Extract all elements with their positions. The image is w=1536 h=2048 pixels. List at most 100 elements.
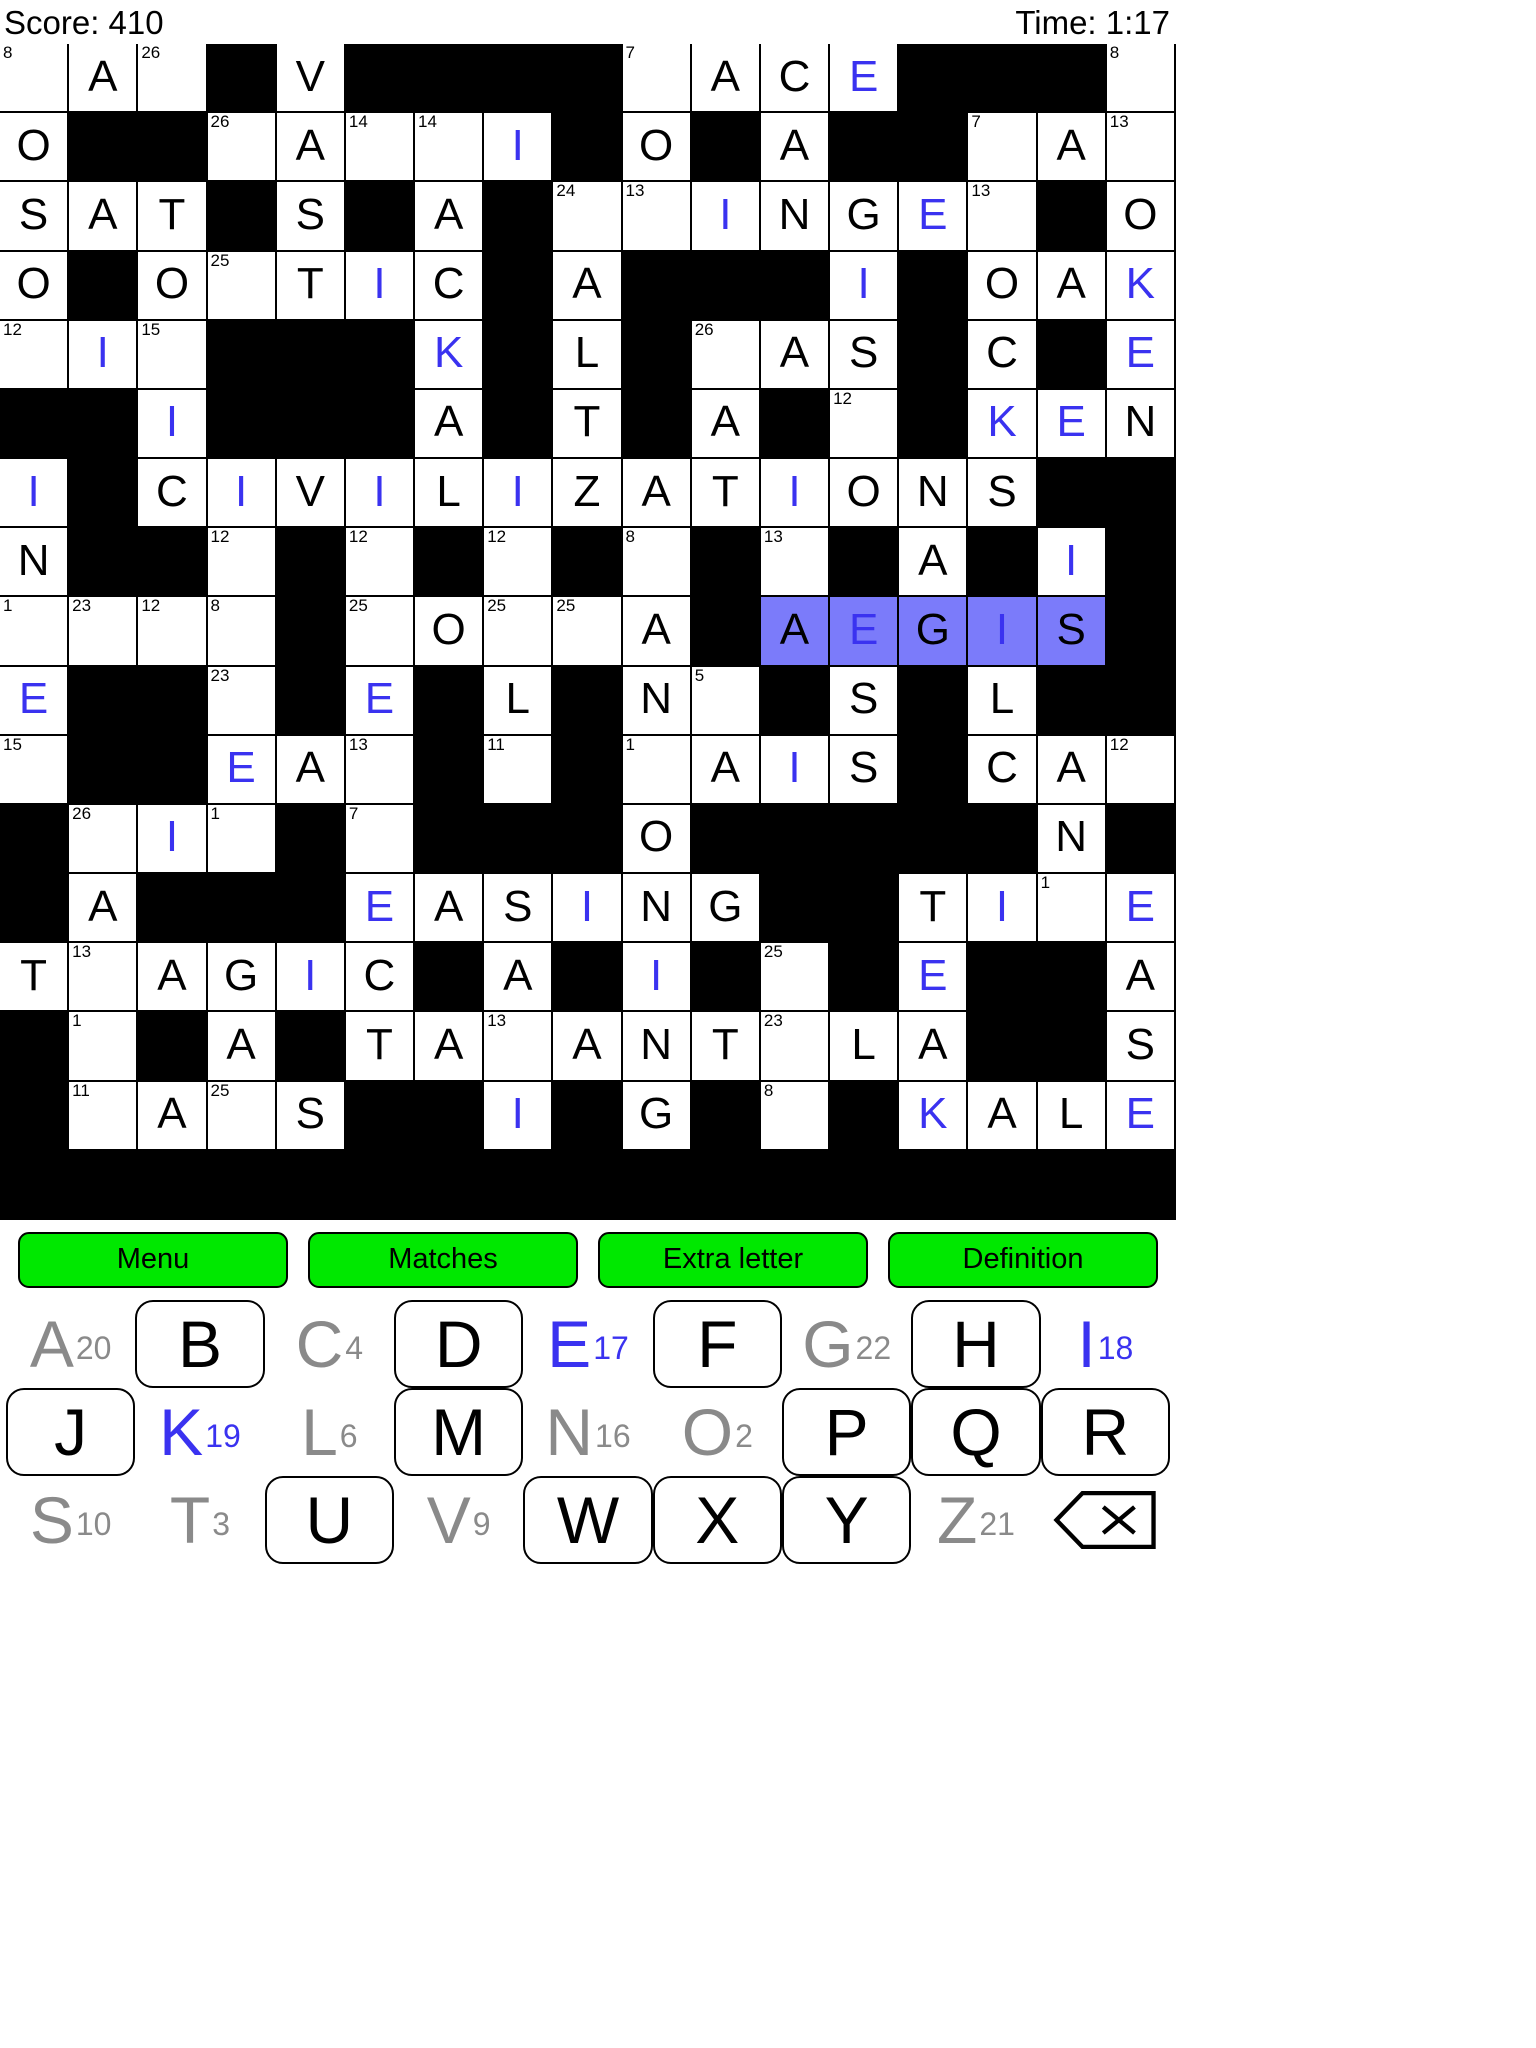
grid-cell[interactable]: 11: [69, 1081, 137, 1149]
key-y[interactable]: Y: [781, 1475, 912, 1564]
grid-cell[interactable]: A: [138, 1081, 206, 1149]
key-n[interactable]: N 16: [523, 1388, 652, 1476]
grid-cell[interactable]: I: [207, 459, 275, 527]
grid-cell[interactable]: 26: [69, 804, 137, 873]
grid-cell[interactable]: N: [0, 528, 68, 596]
grid-cell[interactable]: A: [69, 874, 137, 942]
grid-cell[interactable]: S: [484, 874, 552, 942]
grid-cell[interactable]: 1: [0, 597, 68, 665]
key-l[interactable]: L6: [265, 1388, 394, 1476]
key-z[interactable]: Z 21: [911, 1476, 1040, 1564]
grid-cell[interactable]: 8: [1106, 44, 1174, 112]
grid-cell[interactable]: S: [968, 459, 1036, 527]
extraletter-button[interactable]: Extra letter: [598, 1231, 868, 1288]
grid-cell[interactable]: A: [553, 1012, 621, 1080]
key-g[interactable]: G 22: [782, 1300, 911, 1388]
grid-cell[interactable]: 13: [622, 182, 690, 250]
grid-cell[interactable]: K: [1106, 251, 1174, 319]
grid-cell[interactable]: A: [553, 251, 621, 319]
grid-cell[interactable]: A: [415, 182, 483, 250]
grid-cell[interactable]: E: [1106, 1081, 1174, 1149]
grid-cell[interactable]: A: [1037, 113, 1105, 181]
grid-cell[interactable]: 13: [484, 1012, 552, 1080]
grid-cell[interactable]: O: [138, 251, 206, 319]
grid-cell[interactable]: 12: [830, 389, 898, 458]
grid-cell[interactable]: I: [691, 182, 759, 250]
grid-cell[interactable]: C: [760, 44, 829, 112]
grid-cell[interactable]: A: [207, 1012, 275, 1080]
grid-cell[interactable]: L: [415, 459, 483, 527]
grid-cell[interactable]: A: [760, 597, 829, 665]
grid-cell[interactable]: E: [830, 44, 898, 112]
grid-cell[interactable]: A: [1037, 251, 1105, 319]
grid-cell[interactable]: V: [276, 44, 344, 112]
grid-cell[interactable]: E: [899, 943, 967, 1011]
grid-cell[interactable]: S: [276, 182, 344, 250]
key-c[interactable]: C4: [265, 1300, 394, 1388]
grid-cell[interactable]: A: [415, 874, 483, 942]
grid-cell[interactable]: N: [1037, 804, 1105, 873]
grid-cell[interactable]: T: [691, 1012, 759, 1080]
key-q[interactable]: Q: [911, 1387, 1041, 1476]
key-r[interactable]: R: [1040, 1387, 1170, 1476]
grid-cell[interactable]: S: [1106, 1012, 1174, 1080]
grid-cell[interactable]: A: [276, 113, 344, 181]
grid-cell[interactable]: 7: [345, 804, 414, 873]
grid-cell[interactable]: A: [415, 389, 483, 458]
grid-cell[interactable]: 14: [415, 113, 483, 181]
grid-cell[interactable]: 25: [345, 597, 414, 665]
key-i[interactable]: I 18: [1041, 1300, 1170, 1388]
grid-cell[interactable]: 25: [553, 597, 621, 665]
grid-cell[interactable]: I: [484, 1081, 552, 1149]
grid-cell[interactable]: 13: [1106, 113, 1174, 181]
grid-cell[interactable]: I: [484, 459, 552, 527]
grid-cell[interactable]: 12: [484, 528, 552, 596]
grid-cell[interactable]: G: [899, 597, 967, 665]
grid-cell[interactable]: N: [622, 666, 690, 734]
grid-cell[interactable]: 25: [207, 251, 275, 319]
grid-cell[interactable]: 1: [622, 735, 690, 803]
grid-cell[interactable]: 25: [207, 1081, 275, 1149]
grid-cell[interactable]: I: [622, 943, 690, 1011]
definition-button[interactable]: Definition: [888, 1231, 1158, 1288]
grid-cell[interactable]: 12: [1106, 735, 1174, 803]
grid-cell[interactable]: E: [1106, 320, 1174, 388]
grid-cell[interactable]: I: [345, 459, 414, 527]
grid-cell[interactable]: I: [968, 597, 1036, 665]
grid-cell[interactable]: S: [830, 666, 898, 734]
grid-cell[interactable]: T: [138, 182, 206, 250]
grid-cell[interactable]: L: [484, 666, 552, 734]
grid-cell[interactable]: 13: [760, 528, 829, 596]
grid-cell[interactable]: I: [1037, 528, 1105, 596]
grid-cell[interactable]: S: [830, 320, 898, 388]
grid-cell[interactable]: 26: [691, 320, 759, 388]
grid-cell[interactable]: E: [830, 597, 898, 665]
grid-cell[interactable]: 11: [484, 735, 552, 803]
grid-cell[interactable]: T: [553, 389, 621, 458]
grid-cell[interactable]: A: [968, 1081, 1036, 1149]
backspace-key[interactable]: [1041, 1476, 1170, 1564]
grid-cell[interactable]: E: [0, 666, 68, 734]
grid-cell[interactable]: A: [622, 459, 690, 527]
grid-cell[interactable]: T: [691, 459, 759, 527]
grid-cell[interactable]: I: [138, 804, 206, 873]
grid-cell[interactable]: A: [760, 113, 829, 181]
grid-cell[interactable]: I: [138, 389, 206, 458]
key-v[interactable]: V9: [394, 1476, 523, 1564]
grid-cell[interactable]: L: [1037, 1081, 1105, 1149]
grid-cell[interactable]: O: [622, 804, 690, 873]
grid-cell[interactable]: C: [968, 735, 1036, 803]
grid-cell[interactable]: N: [1106, 389, 1174, 458]
grid-cell[interactable]: A: [691, 389, 759, 458]
grid-cell[interactable]: 23: [69, 597, 137, 665]
grid-cell[interactable]: 13: [345, 735, 414, 803]
grid-cell[interactable]: 26: [138, 44, 206, 112]
grid-cell[interactable]: K: [415, 320, 483, 388]
grid-cell[interactable]: A: [415, 1012, 483, 1080]
grid-cell[interactable]: I: [760, 459, 829, 527]
grid-cell[interactable]: V: [276, 459, 344, 527]
grid-cell[interactable]: T: [276, 251, 344, 319]
grid-cell[interactable]: T: [345, 1012, 414, 1080]
key-o[interactable]: O2: [653, 1388, 782, 1476]
grid-cell[interactable]: I: [0, 459, 68, 527]
